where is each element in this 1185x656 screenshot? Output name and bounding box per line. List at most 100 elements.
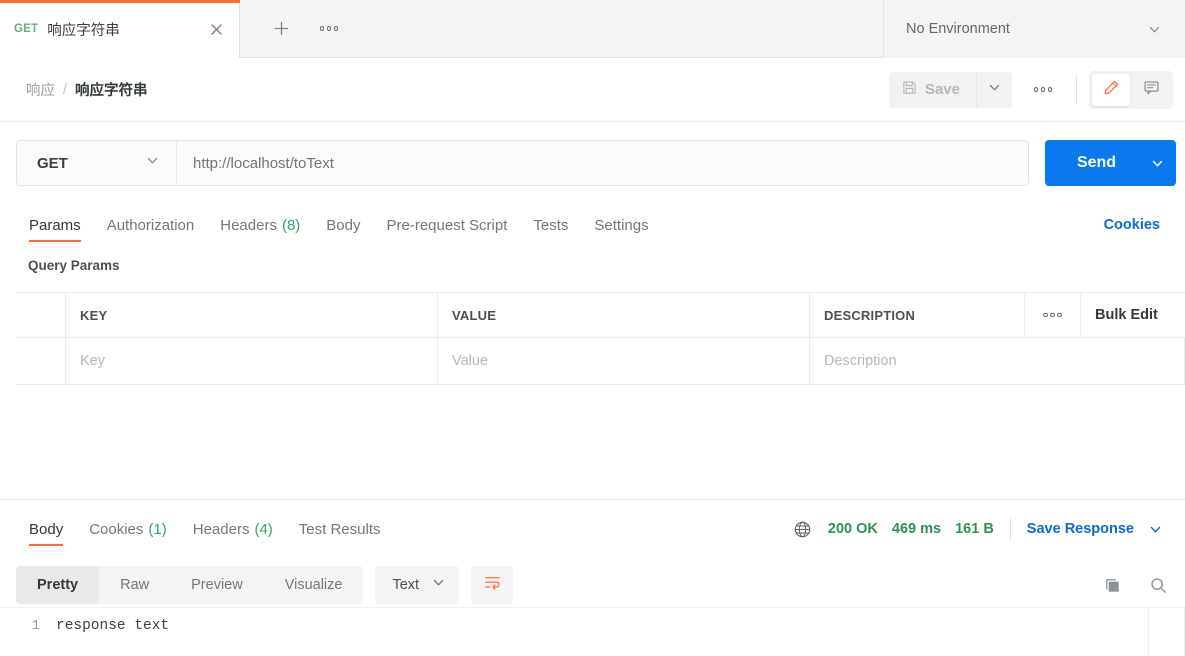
tab-bar: GET 响应字符串 No Environment: [0, 0, 1185, 58]
params-empty-area: [16, 386, 1185, 498]
edit-button[interactable]: [1092, 74, 1130, 106]
tab-headers-count: (8): [282, 217, 300, 234]
more-horizontal-icon: [1040, 302, 1066, 328]
view-mode-preview[interactable]: Preview: [170, 566, 264, 604]
chevron-down-icon: [987, 80, 1002, 100]
environment-selector[interactable]: No Environment: [883, 0, 1185, 58]
view-mode-pretty-label: Pretty: [37, 577, 78, 593]
view-mode-pretty[interactable]: Pretty: [16, 566, 99, 604]
url-input[interactable]: http://localhost/toText: [177, 141, 1028, 185]
chevron-down-icon[interactable]: [1141, 16, 1167, 42]
save-response-button[interactable]: Save Response: [1027, 521, 1134, 537]
response-tab-cookies-label: Cookies: [89, 521, 143, 538]
response-tab-test-results-label: Test Results: [299, 521, 381, 538]
response-status: 200 OK: [828, 521, 878, 537]
line-number: 1: [0, 618, 56, 634]
method-select[interactable]: GET: [17, 141, 177, 185]
row-checkbox[interactable]: [16, 338, 66, 384]
pencil-icon: [1103, 79, 1120, 101]
line-content: response text: [56, 618, 169, 634]
more-horizontal-icon[interactable]: [316, 16, 342, 42]
cookies-link[interactable]: Cookies: [1104, 217, 1169, 233]
row-description-placeholder: Description: [824, 353, 897, 369]
save-button[interactable]: Save: [889, 72, 976, 108]
tab-pre-request-script-label: Pre-request Script: [387, 217, 508, 234]
response-tab-cookies[interactable]: Cookies (1): [76, 506, 180, 552]
view-mode-visualize[interactable]: Visualize: [264, 566, 364, 604]
tab-tests-label: Tests: [533, 217, 568, 234]
close-icon[interactable]: [205, 18, 227, 40]
row-key-placeholder: Key: [80, 353, 105, 369]
table-header-row: KEY VALUE DESCRIPTION Bulk Edit: [16, 292, 1185, 338]
wrap-lines-button[interactable]: [471, 566, 513, 604]
response-body-actions: [1099, 572, 1185, 598]
row-description-input[interactable]: Description: [810, 338, 1185, 384]
more-horizontal-icon[interactable]: [1030, 77, 1056, 103]
view-mode-visualize-label: Visualize: [285, 577, 343, 593]
request-tab-active[interactable]: GET 响应字符串: [0, 0, 240, 58]
response-body[interactable]: 1 response text: [0, 607, 1185, 656]
response-time: 469 ms: [892, 521, 941, 537]
tab-title-label: 响应字符串: [47, 19, 205, 40]
response-tab-test-results[interactable]: Test Results: [286, 506, 394, 552]
tab-headers[interactable]: Headers (8): [207, 202, 313, 248]
response-tab-body[interactable]: Body: [16, 506, 76, 552]
response-tab-headers[interactable]: Headers (4): [180, 506, 286, 552]
bulk-edit-label: Bulk Edit: [1095, 307, 1158, 323]
tab-pre-request-script[interactable]: Pre-request Script: [374, 202, 521, 248]
response-tabs: Body Cookies (1) Headers (4) Test Result…: [0, 505, 1185, 553]
floppy-disk-icon: [902, 80, 917, 99]
send-button[interactable]: Send: [1045, 140, 1176, 186]
tab-settings[interactable]: Settings: [581, 202, 661, 248]
breadcrumb-root[interactable]: 响应: [26, 79, 55, 100]
divider: [1010, 518, 1011, 540]
table-options-button[interactable]: [1025, 293, 1081, 337]
query-params-table: KEY VALUE DESCRIPTION Bulk Edit Key Valu…: [16, 292, 1185, 385]
chevron-down-icon[interactable]: [1148, 522, 1163, 537]
tab-tests[interactable]: Tests: [520, 202, 581, 248]
breadcrumb-separator: /: [63, 82, 67, 98]
tab-method-label: GET: [14, 23, 38, 35]
breadcrumb: 响应 / 响应字符串: [26, 79, 148, 100]
breadcrumb-row: 响应 / 响应字符串 Save: [0, 58, 1185, 122]
request-tabs: Params Authorization Headers (8) Body Pr…: [0, 202, 1185, 248]
table-row: Key Value Description: [16, 338, 1185, 385]
response-tab-headers-label: Headers: [193, 521, 250, 538]
tab-authorization[interactable]: Authorization: [94, 202, 208, 248]
column-header-value: VALUE: [438, 293, 810, 337]
chevron-down-icon[interactable]: [1138, 156, 1176, 171]
edit-comment-toggle-group: [1089, 71, 1173, 109]
send-button-label: Send: [1045, 154, 1138, 172]
plus-icon[interactable]: [268, 16, 294, 42]
column-header-key-label: KEY: [80, 308, 107, 323]
comment-icon: [1143, 79, 1160, 101]
view-mode-raw-label: Raw: [120, 577, 149, 593]
response-size: 161 B: [955, 521, 994, 537]
copy-icon[interactable]: [1099, 572, 1125, 598]
tab-params[interactable]: Params: [16, 202, 94, 248]
row-key-input[interactable]: Key: [66, 338, 438, 384]
tab-settings-label: Settings: [594, 217, 648, 234]
code-line: 1 response text: [0, 608, 1185, 634]
query-params-title: Query Params: [28, 258, 120, 273]
row-value-placeholder: Value: [452, 353, 488, 369]
response-view-modes: Pretty Raw Preview Visualize: [16, 566, 363, 604]
minimap-divider: [1148, 607, 1149, 656]
view-mode-raw[interactable]: Raw: [99, 566, 170, 604]
tab-headers-label: Headers: [220, 217, 277, 234]
response-meta: 200 OK 469 ms 161 B Save Response: [792, 518, 1169, 540]
view-mode-preview-label: Preview: [191, 577, 243, 593]
tab-body[interactable]: Body: [313, 202, 373, 248]
row-value-input[interactable]: Value: [438, 338, 810, 384]
bulk-edit-button[interactable]: Bulk Edit: [1081, 293, 1185, 337]
environment-label: No Environment: [906, 21, 1141, 37]
comment-button[interactable]: [1132, 74, 1170, 106]
search-icon[interactable]: [1145, 572, 1171, 598]
select-all-cell[interactable]: [16, 293, 66, 337]
save-dropdown-button[interactable]: [976, 72, 1012, 108]
breadcrumb-actions: Save: [889, 71, 1173, 109]
globe-icon: [792, 518, 814, 540]
response-type-select[interactable]: Text: [375, 566, 459, 604]
response-divider: [0, 499, 1185, 500]
method-label: GET: [37, 155, 68, 172]
